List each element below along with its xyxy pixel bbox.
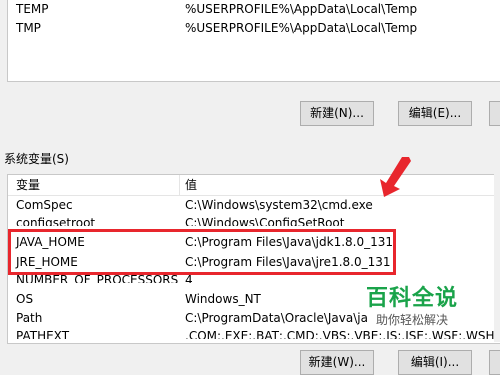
list-item[interactable]: TMP %USERPROFILE%\AppData\Local\Temp	[8, 19, 500, 38]
highlight-box	[8, 229, 396, 275]
list-item[interactable]: ComSpec C:\Windows\system32\cmd.exe	[8, 196, 500, 215]
variable-value: %USERPROFILE%\AppData\Local\Temp	[185, 21, 418, 35]
watermark-subtitle: 助你轻松解决	[375, 313, 448, 327]
user-edit-button[interactable]: 编辑(E)...	[398, 101, 472, 126]
variable-name: OS	[16, 292, 34, 306]
watermark-logo: 百科全说 助你轻松解决	[362, 286, 462, 328]
header-divider[interactable]	[179, 175, 180, 195]
variable-value: %USERPROFILE%\AppData\Local\Temp	[185, 2, 418, 16]
variable-name: TEMP	[16, 2, 49, 16]
arrow-icon	[380, 157, 411, 197]
variable-value: C:\Windows\system32\cmd.exe	[185, 198, 373, 212]
scrollbar[interactable]	[494, 174, 500, 342]
list-header: 变量 值	[8, 175, 500, 196]
variable-name: Path	[16, 311, 43, 325]
system-variables-label: 系统变量(S)	[4, 152, 69, 166]
list-item[interactable]: configsetroot C:\Windows\ConfigSetRoot	[8, 214, 500, 226]
variable-name: ComSpec	[16, 198, 73, 212]
variable-name: PATHEXT	[16, 329, 70, 339]
variable-name: configsetroot	[16, 216, 96, 226]
user-new-button[interactable]: 新建(N)...	[300, 101, 374, 126]
header-variable[interactable]: 变量	[16, 175, 40, 195]
user-variables-list[interactable]: TEMP %USERPROFILE%\AppData\Local\Temp TM…	[7, 0, 500, 82]
header-value[interactable]: 值	[185, 175, 197, 195]
variable-value: C:\Windows\ConfigSetRoot	[185, 216, 345, 226]
list-item[interactable]: TEMP %USERPROFILE%\AppData\Local\Temp	[8, 0, 500, 19]
variable-value: Windows_NT	[185, 292, 261, 306]
variable-value: C:\ProgramData\Oracle\Java\ja	[185, 311, 368, 325]
list-item[interactable]: PATHEXT .COM;.EXE;.BAT;.CMD;.VBS;.VBE;.J…	[8, 327, 500, 339]
variable-value: .COM;.EXE;.BAT;.CMD;.VBS;.VBE;.JS;.JSE;.…	[185, 329, 500, 339]
variable-name: TMP	[16, 21, 41, 35]
user-delete-button[interactable]	[489, 101, 500, 126]
watermark-title: 百科全说	[365, 286, 458, 311]
